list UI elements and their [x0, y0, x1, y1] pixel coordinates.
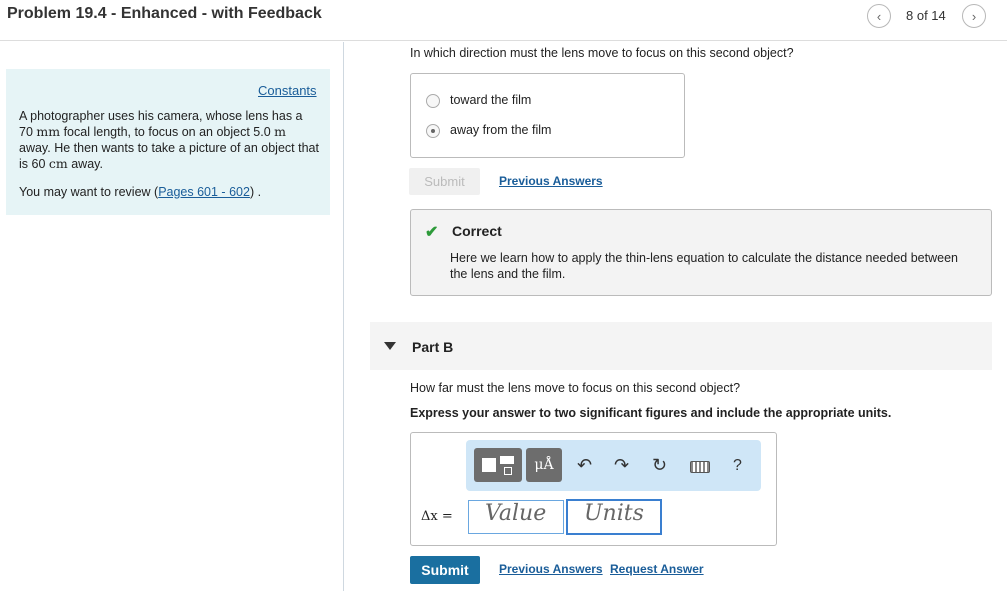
- problem-counter: 8 of 14: [906, 8, 946, 23]
- undo-icon[interactable]: ↶: [577, 455, 592, 476]
- part-b-header[interactable]: [370, 322, 992, 370]
- value-input[interactable]: Value: [468, 500, 564, 534]
- feedback-text: Here we learn how to apply the thin-lens…: [450, 251, 958, 281]
- problem-title: Problem 19.4 - Enhanced - with Feedback: [7, 5, 322, 22]
- chevron-right-icon: ›: [971, 8, 977, 24]
- part-b-instruction: Express your answer to two significant f…: [410, 406, 892, 420]
- choice-label: toward the film: [450, 93, 532, 107]
- keyboard-icon[interactable]: [690, 461, 710, 473]
- constants-link[interactable]: Constants: [258, 83, 317, 98]
- review-pages-link[interactable]: Pages 601 - 602: [158, 185, 250, 199]
- chevron-left-icon: ‹: [876, 8, 882, 24]
- radio-away-from-the-film[interactable]: [426, 124, 440, 138]
- template-box-icon: [482, 458, 496, 472]
- part-a-question: In which direction must the lens move to…: [410, 46, 794, 60]
- part-a-submit-button[interactable]: Submit: [409, 168, 480, 195]
- collapse-triangle-icon[interactable]: [384, 342, 396, 350]
- column-divider: [343, 42, 344, 591]
- review-line: You may want to review (Pages 601 - 602)…: [19, 185, 262, 199]
- problem-statement: A photographer uses his camera, whose le…: [19, 109, 319, 171]
- header-divider: [0, 40, 1007, 41]
- help-button[interactable]: ?: [733, 457, 742, 475]
- multiple-choice-box: toward the film away from the film: [410, 73, 685, 158]
- part-a-previous-answers-link[interactable]: Previous Answers: [499, 174, 603, 188]
- feedback-title: Correct: [452, 223, 502, 239]
- part-b-label: Part B: [412, 339, 454, 355]
- request-answer-link[interactable]: Request Answer: [610, 562, 704, 576]
- choice-label: away from the film: [450, 123, 552, 137]
- part-b-previous-answers-link[interactable]: Previous Answers: [499, 562, 603, 576]
- next-problem-button[interactable]: ›: [962, 4, 986, 28]
- radio-toward-the-film[interactable]: [426, 94, 440, 108]
- reset-icon[interactable]: ↻: [652, 455, 667, 476]
- redo-icon[interactable]: ↷: [614, 455, 629, 476]
- previous-problem-button[interactable]: ‹: [867, 4, 891, 28]
- units-input[interactable]: Units: [566, 499, 662, 535]
- part-b-question: How far must the lens move to focus on t…: [410, 381, 741, 395]
- units-symbol-button[interactable]: μÅ: [526, 448, 562, 482]
- template-frac-icon: [504, 467, 512, 475]
- part-b-submit-button[interactable]: Submit: [410, 556, 480, 584]
- template-button[interactable]: [474, 448, 522, 482]
- delta-x-label: Δx =: [421, 509, 453, 524]
- checkmark-icon: ✔: [425, 224, 439, 241]
- template-small-box-icon: [500, 456, 514, 464]
